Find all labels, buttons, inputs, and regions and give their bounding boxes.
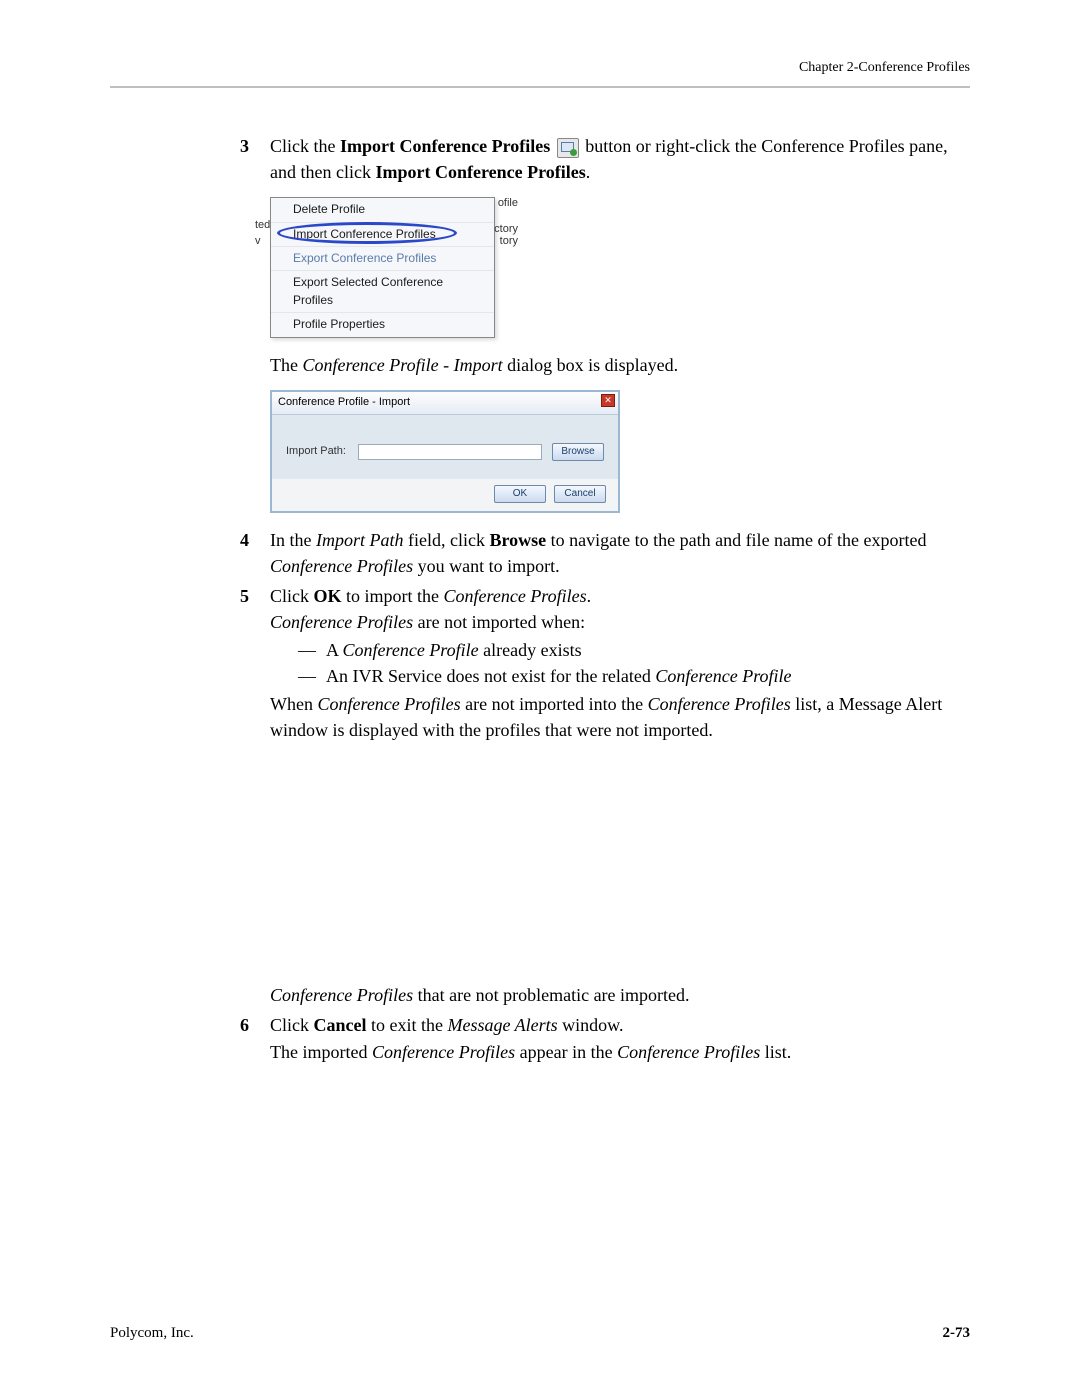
text: . <box>587 586 592 606</box>
browse-button: Browse <box>552 443 604 461</box>
step-5-after: Conference Profiles that are not problem… <box>240 982 970 1008</box>
text: already exists <box>479 640 582 660</box>
context-menu-screenshot: ofile ctory tory ted v Delete Profile Im… <box>270 197 495 337</box>
text: that are not problematic are imported. <box>413 985 689 1005</box>
text: you want to import. <box>413 556 560 576</box>
step-body: Click OK to import the Conference Profil… <box>270 583 970 744</box>
text: In the <box>270 530 316 550</box>
text: When <box>270 694 317 714</box>
dialog-footer: OK Cancel <box>272 479 618 511</box>
text: to import the <box>342 586 444 606</box>
text-bold: Import Conference Profiles <box>375 162 585 182</box>
dash: — <box>298 637 326 663</box>
list-item: — An IVR Service does not exist for the … <box>298 663 970 689</box>
step-body: Click the Import Conference Profiles but… <box>270 133 970 185</box>
text-italic: Conference Profiles <box>317 694 460 714</box>
cancel-button: Cancel <box>554 485 606 503</box>
text-italic: Import Path <box>316 530 404 550</box>
cropped-text: v <box>255 234 261 250</box>
menu-item-import: Import Conference Profiles <box>271 223 494 247</box>
text: An IVR Service does not exist for the re… <box>326 666 655 686</box>
text-italic: Conference Profiles <box>270 985 413 1005</box>
text: list. <box>760 1042 791 1062</box>
text: to exit the <box>367 1015 448 1035</box>
step-5: 5 Click OK to import the Conference Prof… <box>240 583 970 744</box>
text-italic: Conference Profiles <box>617 1042 760 1062</box>
step-6: 6 Click Cancel to exit the Message Alert… <box>240 1012 970 1064</box>
cropped-text: ofile <box>498 196 518 212</box>
text-italic: Conference Profiles <box>648 694 791 714</box>
dash: — <box>298 663 326 689</box>
close-icon: ✕ <box>601 394 615 407</box>
text-bold: Import Conference Profiles <box>340 136 550 156</box>
step-body: Click Cancel to exit the Message Alerts … <box>270 1012 970 1064</box>
import-path-label: Import Path: <box>286 444 348 460</box>
text: to navigate to the path and file name of… <box>546 530 926 550</box>
footer-page-number: 2-73 <box>943 1325 971 1342</box>
step-number: 6 <box>240 1012 270 1064</box>
menu-item-export-selected: Export Selected Conference Profiles <box>271 271 494 313</box>
text-italic: Conference Profile <box>343 640 479 660</box>
import-path-input <box>358 444 542 460</box>
text-italic: Conference Profile <box>655 666 791 686</box>
dialog-title-text: Conference Profile - Import <box>278 396 410 408</box>
text: dialog box is displayed. <box>503 355 678 375</box>
text: The <box>270 355 302 375</box>
menu-item-properties: Profile Properties <box>271 313 494 336</box>
text-bold: Browse <box>489 530 546 550</box>
text-italic: Conference Profiles <box>270 556 413 576</box>
cropped-text: tory <box>500 234 518 250</box>
screenshot-placeholder <box>240 747 970 982</box>
menu-item-delete: Delete Profile <box>271 198 494 222</box>
text: window. <box>558 1015 624 1035</box>
text: Click <box>270 586 314 606</box>
text-italic: Conference Profiles <box>270 612 413 632</box>
text-italic: Conference Profile - Import <box>302 355 502 375</box>
text: Click <box>270 1015 314 1035</box>
step-number: 3 <box>240 133 270 185</box>
cropped-text: ted <box>255 218 270 234</box>
text-italic: Conference Profiles <box>372 1042 515 1062</box>
footer-company: Polycom, Inc. <box>110 1325 194 1342</box>
text: are not imported into the <box>461 694 648 714</box>
header-rule <box>110 86 970 88</box>
text: field, click <box>403 530 489 550</box>
text-italic: Message Alerts <box>447 1015 557 1035</box>
text: appear in the <box>515 1042 617 1062</box>
text-bold: OK <box>314 586 342 606</box>
step-body: In the Import Path field, click Browse t… <box>270 527 970 579</box>
text-bold: Cancel <box>314 1015 367 1035</box>
menu-item-export: Export Conference Profiles <box>271 247 494 271</box>
text: A <box>326 640 343 660</box>
post-menu-text: The Conference Profile - Import dialog b… <box>240 352 970 378</box>
text: The imported <box>270 1042 372 1062</box>
page-footer: Polycom, Inc. 2-73 <box>110 1325 970 1342</box>
ok-button: OK <box>494 485 546 503</box>
text: Click the <box>270 136 340 156</box>
menu-item-label: Import Conference Profiles <box>293 227 436 241</box>
text: . <box>586 162 591 182</box>
text: are not imported when: <box>413 612 585 632</box>
step-3: 3 Click the Import Conference Profiles b… <box>240 133 970 185</box>
dash-list: — A Conference Profile already exists — … <box>298 637 970 689</box>
step-number: 5 <box>240 583 270 744</box>
list-item: — A Conference Profile already exists <box>298 637 970 663</box>
import-dialog-screenshot: Conference Profile - Import ✕ Import Pat… <box>270 390 620 513</box>
step-number: 4 <box>240 527 270 579</box>
dialog-body: Import Path: Browse <box>272 414 618 479</box>
step-4: 4 In the Import Path field, click Browse… <box>240 527 970 579</box>
import-profiles-icon <box>557 138 579 158</box>
text-italic: Conference Profiles <box>444 586 587 606</box>
page-header: Chapter 2-Conference Profiles <box>110 60 970 76</box>
dialog-title: Conference Profile - Import ✕ <box>272 392 618 414</box>
